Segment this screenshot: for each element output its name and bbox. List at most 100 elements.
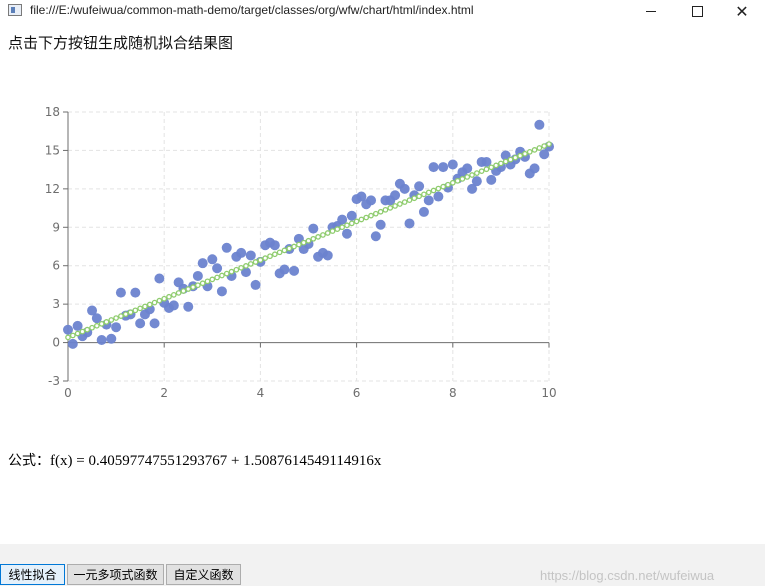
fit-line-point xyxy=(127,309,134,316)
maximize-icon[interactable] xyxy=(674,0,720,22)
y-tick-label: 9 xyxy=(52,220,60,234)
scatter-point xyxy=(67,338,78,349)
scatter-point xyxy=(447,159,458,170)
fit-line-point xyxy=(156,297,163,304)
tab-linear-fit[interactable]: 线性拟合 xyxy=(0,564,65,585)
fit-line-point xyxy=(392,203,398,209)
fit-line-point xyxy=(512,154,519,161)
scatter-point xyxy=(404,218,415,229)
y-tick-label: 0 xyxy=(52,336,60,350)
x-tick-label: 8 xyxy=(449,386,457,400)
fit-line-point xyxy=(478,168,485,175)
tab-custom-function[interactable]: 自定义函数 xyxy=(166,564,241,585)
fit-line-point xyxy=(526,148,533,155)
fit-line-point xyxy=(98,320,105,327)
formula-expression: f(x) = 0.40597747551293767 + 1.508761454… xyxy=(50,453,382,469)
fit-line-point xyxy=(185,286,192,292)
fit-line-point xyxy=(195,282,201,289)
scatter-point xyxy=(192,270,203,281)
fit-line-point xyxy=(146,301,153,308)
scatter-point xyxy=(197,258,208,269)
scatter-point xyxy=(375,219,386,230)
fit-line-point xyxy=(238,264,245,271)
scatter-point xyxy=(289,265,300,276)
fit-line-point xyxy=(421,191,427,198)
fit-line-point xyxy=(151,299,158,306)
scatter-series xyxy=(63,119,554,349)
fit-line-point xyxy=(175,290,182,296)
fit-line-point xyxy=(142,303,148,310)
fit-line-point xyxy=(132,307,139,314)
fit-line-point xyxy=(276,249,283,256)
fit-line-point xyxy=(204,278,211,285)
fit-line-point xyxy=(257,257,264,263)
scatter-point xyxy=(216,286,227,297)
fit-line-point xyxy=(118,313,124,319)
fit-line-point xyxy=(113,315,119,321)
y-tick-label: 12 xyxy=(45,182,60,196)
scatter-point xyxy=(534,119,545,130)
close-icon[interactable]: ✕ xyxy=(719,0,765,22)
fit-line-point xyxy=(170,292,177,298)
x-tick-label: 2 xyxy=(160,386,168,400)
minimize-icon[interactable] xyxy=(628,0,674,22)
fit-line-point xyxy=(348,220,355,227)
scatter-point xyxy=(207,254,218,265)
fit-line-point xyxy=(435,185,442,192)
scatter-point xyxy=(96,335,107,346)
fit-line-point xyxy=(344,222,350,229)
fit-line-point xyxy=(507,156,514,163)
fit-line-point xyxy=(493,162,499,169)
fit-line-point xyxy=(377,208,384,215)
fit-line-point xyxy=(281,247,288,254)
fit-line-point xyxy=(517,152,523,159)
fit-line-point xyxy=(502,158,509,165)
x-tick-label: 6 xyxy=(353,386,361,400)
fit-line-point xyxy=(469,172,475,178)
fit-line-point xyxy=(358,216,365,223)
x-tick-label: 10 xyxy=(541,386,556,400)
fit-line-point xyxy=(353,218,360,225)
fit-line-point xyxy=(401,199,408,205)
fit-line-point xyxy=(464,174,471,180)
fit-line-point xyxy=(209,276,216,283)
scatter-point xyxy=(149,318,160,329)
fit-line-point xyxy=(320,232,326,238)
fit-line-point xyxy=(243,263,249,269)
scatter-point xyxy=(236,247,247,258)
fit-line-point xyxy=(459,176,466,182)
fit-line-point xyxy=(74,330,81,337)
fit-line-point xyxy=(296,241,302,248)
scatter-point xyxy=(390,190,401,201)
tab-polynomial-function[interactable]: 一元多项式函数 xyxy=(67,564,164,585)
fit-line-point xyxy=(397,201,403,207)
fit-line-point xyxy=(498,160,504,167)
scatter-point xyxy=(183,301,194,312)
scatter-point xyxy=(486,174,497,185)
fit-line-point xyxy=(214,274,220,281)
scatter-point xyxy=(471,176,482,187)
instruction-text: 点击下方按钮生成随机拟合结果图 xyxy=(8,34,234,52)
scatter-point xyxy=(529,163,540,174)
fit-line-point xyxy=(488,164,495,171)
y-tick-label: 3 xyxy=(52,297,60,311)
fit-line-point xyxy=(536,145,543,151)
scatter-point xyxy=(428,162,439,173)
scatter-point xyxy=(366,195,377,206)
fit-line-point xyxy=(271,251,278,258)
fit-line-point xyxy=(454,177,461,184)
app-icon xyxy=(8,4,22,16)
scatter-point xyxy=(130,287,141,298)
scatter-point xyxy=(341,228,352,239)
fit-line-point xyxy=(65,334,71,341)
fit-line-point xyxy=(166,293,172,300)
scatter-point xyxy=(106,333,117,344)
fit-line-point xyxy=(329,228,336,234)
scatter-point xyxy=(433,191,444,202)
fit-line-point xyxy=(199,280,206,287)
scatter-point xyxy=(135,318,146,329)
scatter-point xyxy=(212,263,223,274)
fit-chart: -3 0 3 6 9 12 15 18 0 2 4 6 8 10 xyxy=(45,105,557,400)
fit-line-point xyxy=(372,210,379,217)
scatter-point xyxy=(418,206,429,217)
